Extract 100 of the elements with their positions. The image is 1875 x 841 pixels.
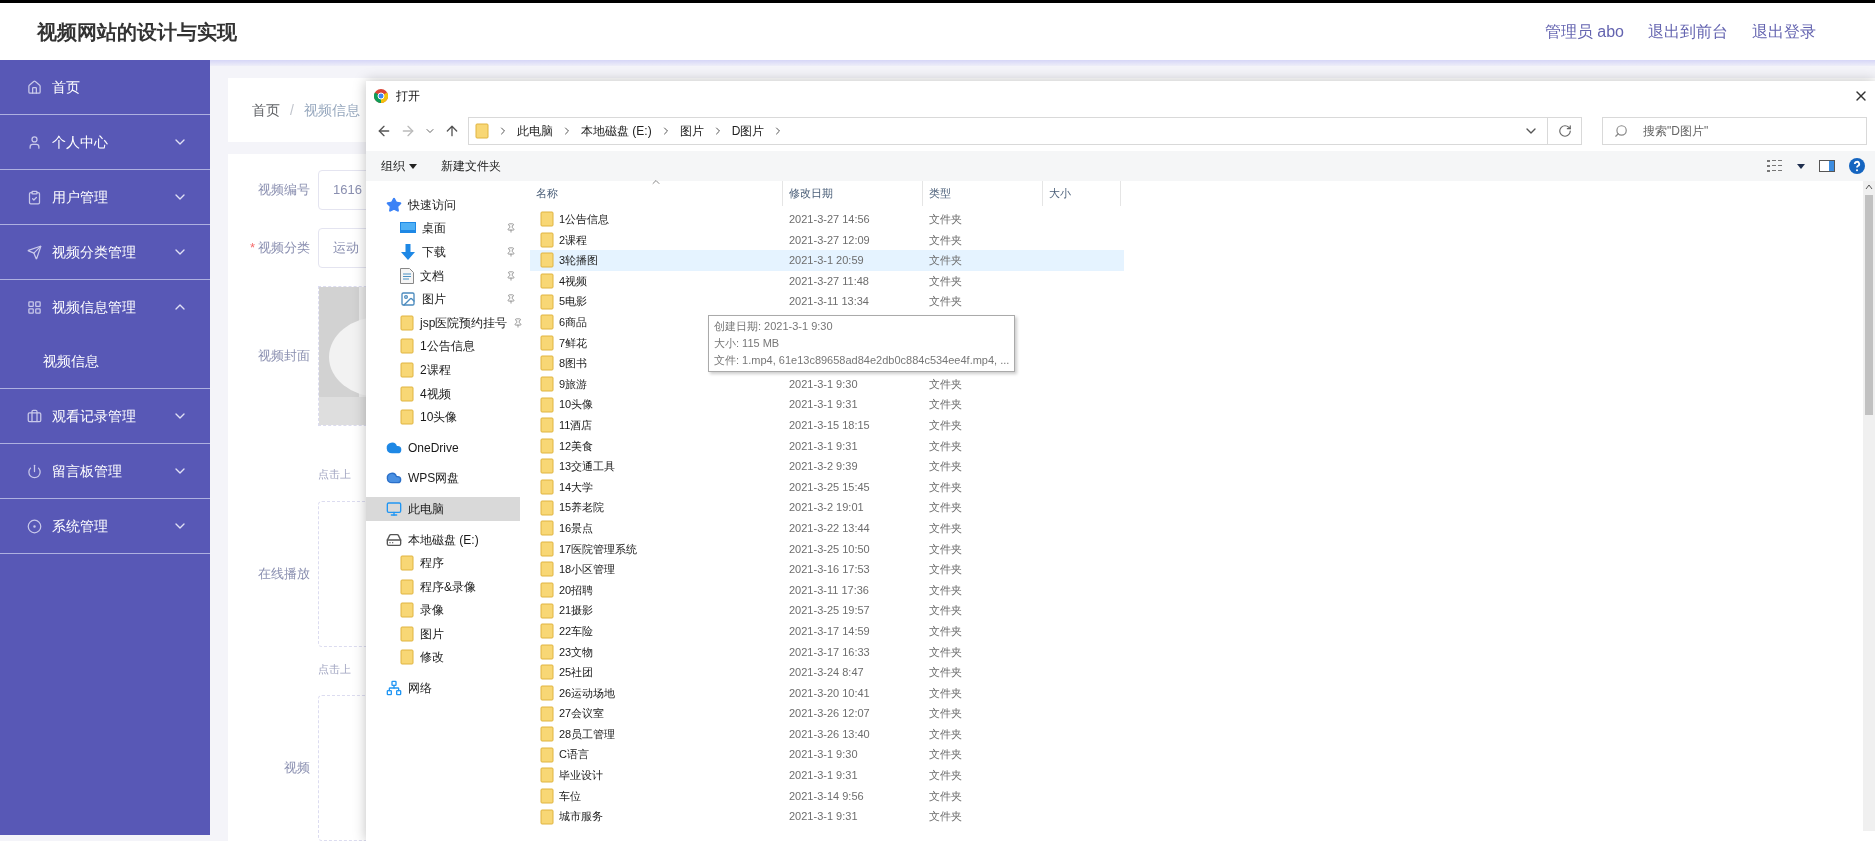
tooltip-line: 文件: 1.mp4, 61e13c89658ad84e2db0c884c534ee4f.mp4, ... xyxy=(714,353,1010,368)
nav-label: 10头像 xyxy=(420,409,458,427)
file-type: 文件夹 xyxy=(928,685,963,701)
modified-date: 2021-3-17 14:59 xyxy=(788,623,871,639)
file-type: 文件夹 xyxy=(928,376,963,392)
file-type: 文件夹 xyxy=(928,603,963,619)
file-name: 4视频 xyxy=(559,273,588,289)
nav-label: 桌面 xyxy=(422,220,446,238)
file-name: 6商品 xyxy=(559,315,588,330)
file-name: 12美食 xyxy=(559,438,594,454)
file-name: 26运动场地 xyxy=(559,685,616,701)
file-type: 文件夹 xyxy=(928,459,963,475)
file-type: 文件夹 xyxy=(928,294,963,310)
file-name: 7鲜花 xyxy=(559,335,588,351)
modified-date: 2021-3-16 17:53 xyxy=(788,562,871,578)
modified-date: 2021-3-15 18:15 xyxy=(788,418,871,433)
file-name: 22车险 xyxy=(559,623,594,639)
sidebar-label: 首页 xyxy=(52,77,80,97)
nav-label: 本地磁盘 (E:) xyxy=(408,531,479,549)
file-type: 文件夹 xyxy=(928,438,963,454)
file-type: 文件夹 xyxy=(928,500,963,516)
file-name: 5电影 xyxy=(559,294,588,310)
sidebar-label: 个人中心 xyxy=(52,132,108,152)
modified-date: 2021-3-1 9:31 xyxy=(788,397,859,413)
file-type: 文件夹 xyxy=(928,273,963,289)
modified-date: 2021-3-1 9:31 xyxy=(788,438,859,454)
field-label: 视频封面 xyxy=(258,347,310,366)
nav-label: 1公告信息 xyxy=(420,338,475,356)
file-type: 文件夹 xyxy=(928,253,963,269)
dialog-title: 打开 xyxy=(396,88,420,105)
file-name: C语言 xyxy=(559,747,589,763)
file-type: 文件夹 xyxy=(928,520,963,536)
file-name: 13交通工具 xyxy=(559,459,616,475)
field-label: 视频 xyxy=(284,759,310,778)
field-label: 视频分类 xyxy=(258,239,310,258)
modified-date: 2021-3-2 9:39 xyxy=(788,459,859,475)
file-type: 文件夹 xyxy=(928,479,963,495)
nav-label: jsp医院预约挂号 xyxy=(420,314,508,332)
nav-label: 4视频 xyxy=(420,385,451,403)
modified-date: 2021-3-25 10:50 xyxy=(788,541,871,557)
modified-date: 2021-3-1 9:31 xyxy=(788,809,859,825)
file-name: 3轮播图 xyxy=(559,253,599,269)
modified-date: 2021-3-20 10:41 xyxy=(788,685,871,701)
file-type: 文件夹 xyxy=(928,747,963,763)
modified-date: 2021-3-14 9:56 xyxy=(788,788,865,804)
modified-date: 2021-3-27 14:56 xyxy=(788,212,871,228)
modified-date: 2021-3-27 11:48 xyxy=(788,273,870,289)
modified-date: 2021-3-2 19:01 xyxy=(788,500,865,516)
modified-date: 2021-3-26 13:40 xyxy=(788,726,871,742)
file-name: 11酒店 xyxy=(559,418,593,433)
file-name: 14大学 xyxy=(559,479,594,495)
tooltip-line: 创建日期: 2021-3-1 9:30 xyxy=(714,319,834,334)
file-name: 28员工管理 xyxy=(559,726,616,742)
nav-label: OneDrive xyxy=(408,439,459,457)
modified-date: 2021-3-1 9:31 xyxy=(788,768,859,784)
modified-date: 2021-3-11 17:36 xyxy=(788,582,870,598)
nav-label: 图片 xyxy=(422,291,446,309)
file-name: 毕业设计 xyxy=(559,768,603,784)
modified-date: 2021-3-26 12:07 xyxy=(788,706,871,722)
file-name: 20招聘 xyxy=(559,582,594,598)
sidebar-label: 用户管理 xyxy=(52,187,108,207)
sidebar-label: 视频信息管理 xyxy=(52,297,136,317)
file-type: 文件夹 xyxy=(928,706,963,722)
modified-date: 2021-3-17 16:33 xyxy=(788,644,871,660)
modified-date: 2021-3-27 12:09 xyxy=(788,232,871,248)
file-name: 15养老院 xyxy=(559,500,605,516)
site-title: 视频网站的设计与实现 xyxy=(37,19,237,45)
nav-label: 程序 xyxy=(420,555,444,573)
file-name: 21摄影 xyxy=(559,603,594,619)
nav-label: 网络 xyxy=(408,680,432,698)
file-name: 23文物 xyxy=(559,644,594,660)
file-type: 文件夹 xyxy=(928,541,963,557)
nav-label: 下载 xyxy=(422,244,446,261)
nav-label: 2课程 xyxy=(420,361,451,379)
tooltip-line: 大小: 115 MB xyxy=(714,336,781,351)
file-type: 文件夹 xyxy=(928,397,963,413)
modified-date: 2021-3-1 20:59 xyxy=(788,253,865,269)
file-name: 城市服务 xyxy=(559,809,603,825)
nav-label: 此电脑 xyxy=(408,500,444,518)
file-type: 文件夹 xyxy=(928,212,963,228)
file-name: 16景点 xyxy=(559,520,594,536)
modified-date: 2021-3-25 19:57 xyxy=(788,603,871,619)
file-type: 文件夹 xyxy=(928,788,963,804)
breadcrumb-separator: / xyxy=(290,100,294,120)
file-type: 文件夹 xyxy=(928,418,963,433)
sidebar-label: 留言板管理 xyxy=(52,461,122,481)
file-name: 27会议室 xyxy=(559,706,605,722)
file-type: 文件夹 xyxy=(928,232,963,248)
file-type: 文件夹 xyxy=(928,623,963,639)
file-type: 文件夹 xyxy=(928,809,963,825)
field-label: 视频编号 xyxy=(258,181,310,200)
file-type: 文件夹 xyxy=(928,644,963,660)
nav-label: 程序&录像 xyxy=(420,578,476,596)
upload-hint: 点击上 xyxy=(318,661,351,677)
file-name: 车位 xyxy=(559,788,581,804)
nav-label: 文档 xyxy=(420,267,444,285)
file-name: 10头像 xyxy=(559,397,594,413)
modified-date: 2021-3-1 9:30 xyxy=(788,376,859,392)
modified-date: 2021-3-25 15:45 xyxy=(788,479,871,495)
file-type: 文件夹 xyxy=(928,768,963,784)
